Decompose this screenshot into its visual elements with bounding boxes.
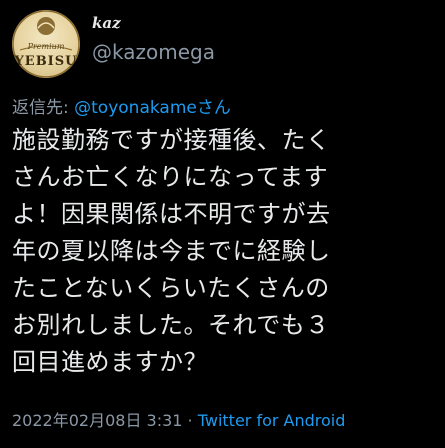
reply-mention-link[interactable]: @toyonakameさん xyxy=(74,98,231,118)
reply-to: 返信先: @toyonakameさん xyxy=(12,93,231,118)
tweet-text-line: 年の夏以降は今までに経験し xyxy=(12,237,331,265)
avatar[interactable]: Premium YEBISU xyxy=(12,10,80,78)
tweet-text-line: 回目進めますか？ xyxy=(12,348,208,376)
tweet-meta: 2022年02月08日 3:31 · Twitter for Android xyxy=(12,407,345,431)
avatar-logo-sub: Premium xyxy=(27,42,65,51)
tweet-text: 施設勤務ですが接種後、たく さんお亡くなりになってます よ！因果関係は不明ですが… xyxy=(12,122,437,381)
tweet: Premium YEBISU kaz @kazomega 返信先: @toyon… xyxy=(0,0,445,448)
source-link[interactable]: Twitter for Android xyxy=(198,411,346,430)
timestamp[interactable]: 2022年02月08日 3:31 xyxy=(12,411,182,430)
user-handle[interactable]: @kazomega xyxy=(92,40,215,64)
meta-separator: · xyxy=(182,411,198,430)
reply-prefix: 返信先: xyxy=(12,98,75,118)
tweet-text-line: たことないくらいたくさんの xyxy=(12,274,330,302)
avatar-logo-text: YEBISU xyxy=(14,54,78,69)
tweet-text-line: よ！因果関係は不明ですが去 xyxy=(12,200,331,228)
tweet-text-line: さんお亡くなりになってます xyxy=(12,163,329,191)
tweet-text-line: お別れしました。それでも３ xyxy=(12,311,330,339)
tweet-text-line: 施設勤務ですが接種後、たく xyxy=(12,126,331,154)
display-name[interactable]: kaz xyxy=(92,14,121,32)
